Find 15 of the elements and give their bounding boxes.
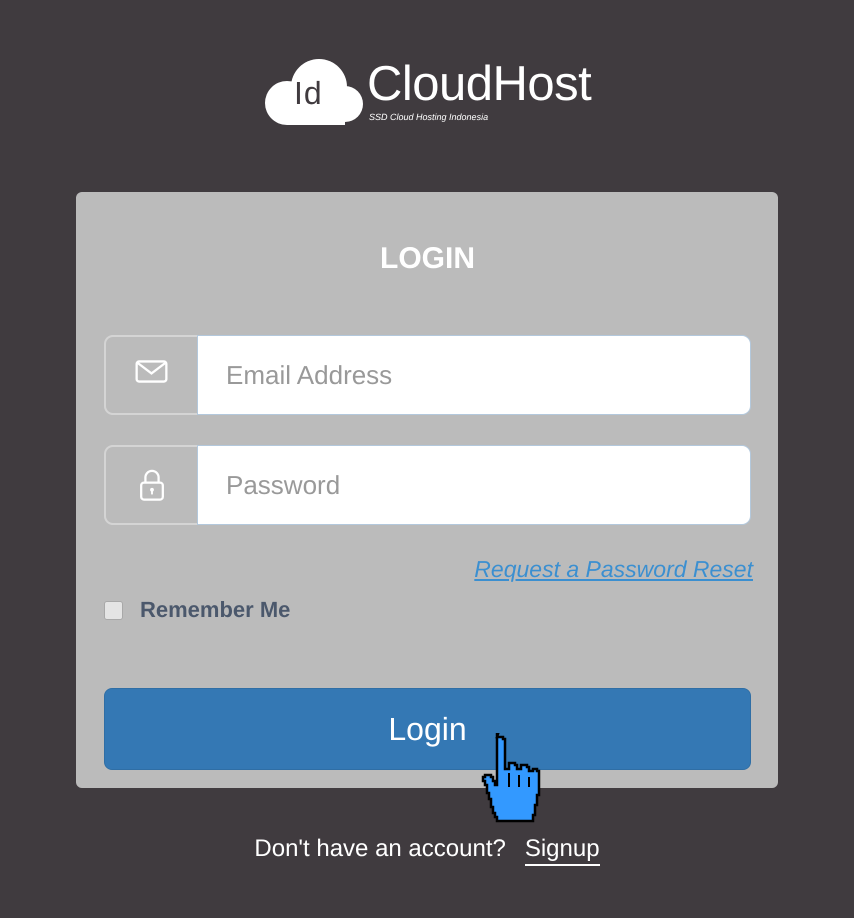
envelope-icon <box>135 360 168 382</box>
pointer-cursor-icon <box>479 733 543 825</box>
password-field[interactable]: Password <box>197 445 751 525</box>
signup-prompt: Don't have an account? <box>254 834 506 864</box>
remember-me-label: Remember Me <box>140 597 290 623</box>
logo-badge-text: Id <box>294 76 323 110</box>
login-button[interactable]: Login <box>104 688 751 770</box>
cloud-logo-icon <box>263 57 363 125</box>
brand-name: CloudHost <box>367 59 592 109</box>
login-title: LOGIN <box>379 242 476 276</box>
brand-tagline: SSD Cloud Hosting Indonesia <box>369 112 490 123</box>
remember-checkbox[interactable] <box>104 600 123 620</box>
lock-icon <box>138 469 164 501</box>
email-field[interactable]: Email Address <box>197 335 751 415</box>
signup-link[interactable]: Signup <box>524 834 600 866</box>
